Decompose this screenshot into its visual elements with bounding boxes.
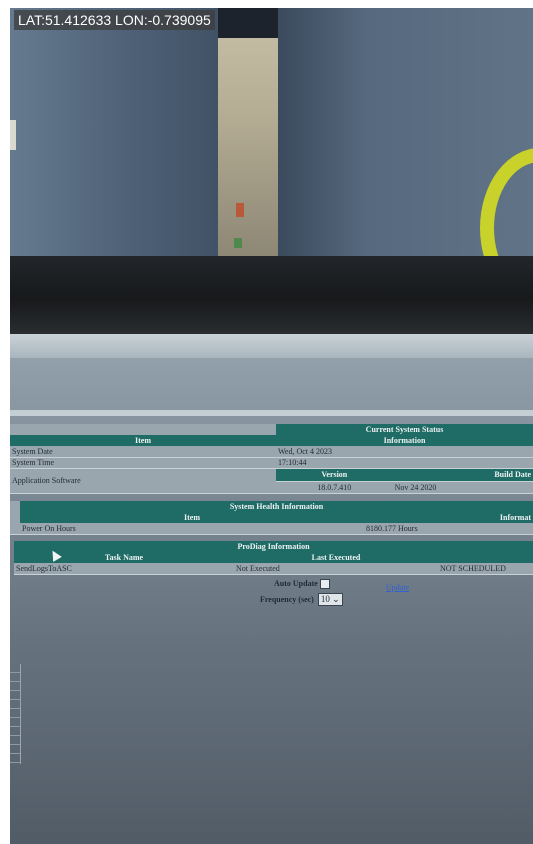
row-item: System Date <box>10 446 276 458</box>
frequency-value: 10 <box>320 594 330 604</box>
build-date-value: Nov 24 2020 <box>392 481 533 494</box>
version-header: Version <box>276 468 393 482</box>
table-row: System Date Wed, Oct 4 2023 <box>10 446 533 458</box>
door-sign <box>236 203 244 217</box>
health-title: System Health Information <box>229 502 324 511</box>
app-software-label: Application Software <box>10 468 276 494</box>
table-row: SendLogsToASC Not Executed NOT SCHEDULED <box>14 563 533 575</box>
system-health-table: System Health Information Item Informat … <box>10 501 533 535</box>
table-row: Application Software Version Build Date <box>10 468 533 494</box>
row-info: 17:10:44 <box>276 457 533 469</box>
version-value: 18.0.7.410 <box>276 481 393 494</box>
office-scene: LAT:51.412633 LON:-0.739095 <box>10 8 533 308</box>
health-col-item: Item <box>184 513 200 522</box>
door-sign-green <box>234 238 242 248</box>
monitor-bezel <box>10 256 533 334</box>
table-row: System Time 17:10:44 <box>10 457 533 469</box>
auto-update-control: Auto Update <box>274 579 330 590</box>
status-col-info: Information <box>383 436 426 445</box>
row-last-executed: Not Executed <box>234 563 438 575</box>
frequency-select[interactable]: 10 ⌄ <box>317 593 343 606</box>
row-task: SendLogsToASC <box>14 563 234 575</box>
wall-mark <box>10 120 16 150</box>
system-status-table: Current System Status Item Information S… <box>10 424 533 494</box>
screen-left-grid <box>10 664 21 764</box>
row-item: System Time <box>10 457 276 469</box>
photo-frame: LAT:51.412633 LON:-0.739095 Current Syst… <box>10 8 533 844</box>
auto-update-label: Auto Update <box>274 579 318 588</box>
table-row: Power On Hours 8180.177 Hours <box>10 523 533 535</box>
prodiag-title: ProDiag Information <box>237 542 310 551</box>
prodiag-table: ProDiag Information Task Name Last Execu… <box>14 541 533 575</box>
screen-header-strip <box>10 334 533 358</box>
row-info: 8180.177 Hours <box>364 523 533 535</box>
update-link[interactable]: Update <box>386 583 409 592</box>
frequency-control: Frequency (sec) 10 ⌄ <box>260 593 343 606</box>
auto-update-checkbox[interactable] <box>319 579 330 590</box>
row-next-scheduled: NOT SCHEDULED <box>438 563 533 575</box>
status-col-item: Item <box>135 436 151 445</box>
monitor-screen: Current System Status Item Information S… <box>10 334 533 844</box>
build-date-header: Build Date <box>392 468 533 482</box>
chevron-down-icon: ⌄ <box>332 594 340 604</box>
health-col-info: Informat <box>499 513 531 522</box>
screen-divider <box>10 410 533 416</box>
frequency-label: Frequency (sec) <box>260 595 314 604</box>
prodiag-col-last: Last Executed <box>311 553 361 562</box>
doorway <box>218 8 278 256</box>
doorway-shadow <box>218 8 278 38</box>
prodiag-col-task: Task Name <box>104 553 144 562</box>
status-title: Current System Status <box>365 425 444 434</box>
row-info: Wed, Oct 4 2023 <box>276 446 533 458</box>
gps-coordinates: LAT:51.412633 LON:-0.739095 <box>14 10 215 30</box>
partition-panel-left <box>10 8 218 256</box>
row-item: Power On Hours <box>20 523 364 535</box>
